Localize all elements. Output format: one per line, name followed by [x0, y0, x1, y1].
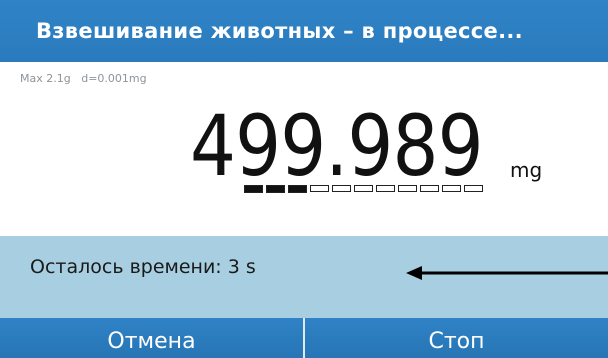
stability-indicator: [244, 185, 483, 193]
stability-segment: [310, 185, 329, 192]
stability-segment: [244, 185, 263, 193]
max-capacity: Max 2.1g: [20, 72, 71, 85]
stability-segment: [332, 185, 351, 192]
spec-line: Max 2.1g d=0.001mg: [20, 72, 147, 85]
button-bar: Отмена Стоп: [0, 318, 608, 358]
readability: d=0.001mg: [81, 72, 147, 85]
weight-readout: 499.989: [190, 96, 530, 188]
weighing-screen: Взвешивание животных – в процессе... Max…: [0, 0, 608, 358]
stability-segment: [442, 185, 461, 192]
arrow-left-icon: [406, 266, 608, 280]
stability-segment: [376, 185, 395, 192]
title-bar: Взвешивание животных – в процессе...: [0, 0, 608, 62]
stop-button-label: Стоп: [428, 329, 485, 354]
stability-segment: [288, 185, 307, 193]
stop-button[interactable]: Стоп: [305, 318, 608, 358]
cancel-button-label: Отмена: [107, 329, 196, 354]
stability-segment: [354, 185, 373, 192]
cancel-button[interactable]: Отмена: [0, 318, 303, 358]
status-panel: Осталось времени: 3 s: [0, 236, 608, 318]
weight-unit: mg: [510, 158, 543, 182]
stability-segment: [420, 185, 439, 192]
page-title: Взвешивание животных – в процессе...: [36, 19, 523, 43]
stability-segment: [266, 185, 285, 193]
time-remaining: Осталось времени: 3 s: [30, 256, 256, 278]
stability-segment: [398, 185, 417, 192]
stability-segment: [464, 185, 483, 192]
weight-value: 499.989: [190, 97, 484, 195]
